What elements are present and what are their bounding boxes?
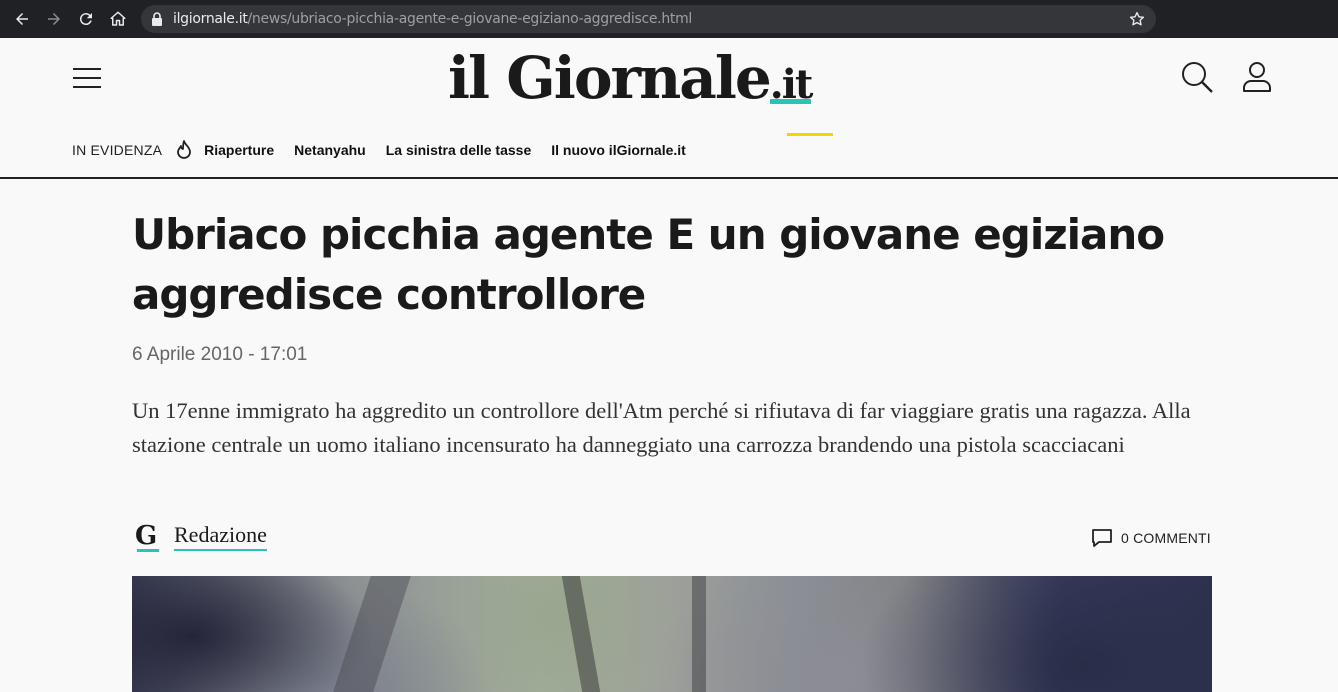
evidence-bar: IN EVIDENZA Riaperture Netanyahu La sini… [72,138,706,162]
address-bar[interactable]: ilgiornale.it/news/ubriaco-picchia-agent… [141,5,1156,33]
comments-button[interactable]: 0 COMMENTI [1091,527,1211,549]
lock-icon [152,12,162,26]
forward-button[interactable] [42,7,66,31]
menu-icon-line [73,86,101,88]
logo-tld: .it [769,61,814,108]
url-text: ilgiornale.it/news/ubriaco-picchia-agent… [173,11,692,27]
home-icon [110,11,126,26]
star-icon[interactable] [1128,10,1146,28]
comment-icon [1092,529,1112,547]
article-date: 6 Aprile 2010 - 17:01 [132,344,308,365]
photo-detail [333,576,411,692]
comments-count: 0 COMMENTI [1121,530,1211,546]
site-header: il Giornale.it IN EVIDENZA Riaperture Ne… [0,38,1338,179]
author-link[interactable]: Redazione [174,522,267,551]
logo-main: il Giornale [448,44,772,112]
home-button[interactable] [106,7,130,31]
evidence-link-nuovo-ilgiornale[interactable]: Il nuovo ilGiornale.it [551,142,686,158]
browser-toolbar: ilgiornale.it/news/ubriaco-picchia-agent… [0,0,1338,38]
author-avatar: G [135,522,163,552]
evidence-label: IN EVIDENZA [72,142,163,158]
evidence-link-sinistra-tasse[interactable]: La sinistra delle tasse [386,142,532,158]
url-host: ilgiornale.it [173,11,248,27]
logo-underline [787,133,833,136]
evidence-link-netanyahu[interactable]: Netanyahu [294,142,366,158]
forward-icon [48,13,60,25]
site-logo[interactable]: il Giornale.it [448,44,814,112]
search-icon[interactable] [1180,60,1214,94]
url-path: /news/ubriaco-picchia-agente-e-giovane-e… [247,11,693,27]
evidence-link-riaperture[interactable]: Riaperture [204,142,274,158]
back-icon [16,13,28,25]
photo-detail [561,576,601,692]
article-lead: Un 17enne immigrato ha aggredito un cont… [132,398,1191,457]
back-button[interactable] [10,7,34,31]
article-photo [132,576,1212,692]
menu-button[interactable] [73,66,101,90]
menu-icon-line [73,77,101,79]
menu-icon [73,68,101,70]
photo-detail [692,576,706,692]
reload-icon [79,13,92,26]
user-icon[interactable] [1240,60,1274,94]
flame-icon [177,140,192,159]
reload-button[interactable] [74,7,98,31]
article-title: Ubriaco picchia agente E un giovane egiz… [132,210,1165,319]
